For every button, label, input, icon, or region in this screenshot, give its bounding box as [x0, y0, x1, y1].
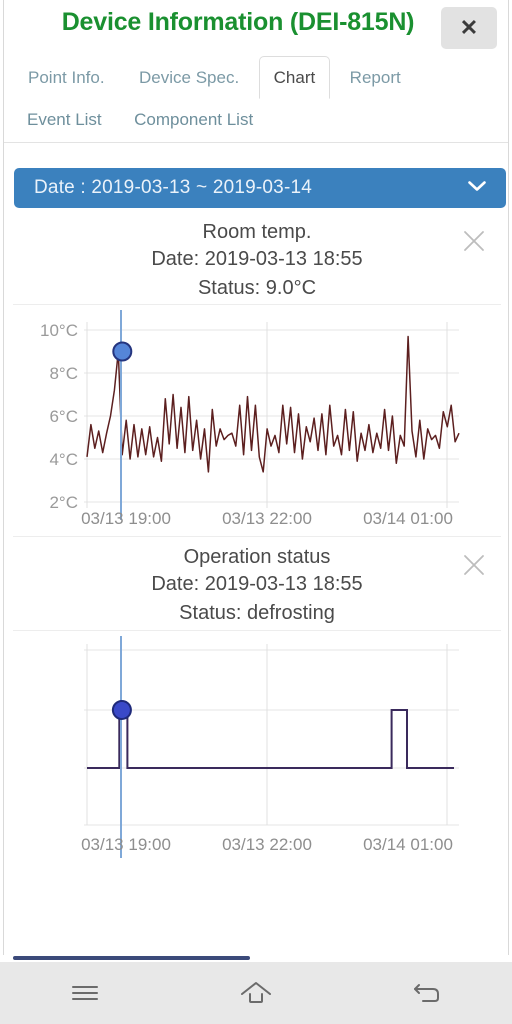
- ytick-2: 2°C: [49, 493, 78, 512]
- ytick-8: 8°C: [49, 364, 78, 383]
- chart-status-room-temp: Status: 9.0°C: [197, 277, 317, 299]
- window-titlebar: Device Information (DEI-815N) ✕: [4, 0, 508, 56]
- chart-plot-room-temp[interactable]: 10°C 8°C 6°C 4°C 2°C 03/13 19:00 03/13 2…: [4, 310, 508, 540]
- selected-point-marker-2: [111, 700, 132, 720]
- back-icon: [413, 984, 439, 1002]
- close-icon: ✕: [459, 15, 479, 40]
- xtick-2-b: 03/13 22:00: [222, 835, 312, 854]
- xtick-1-c: 03/14 01:00: [363, 509, 453, 528]
- home-button[interactable]: [221, 970, 291, 1016]
- selected-point-marker-1: [112, 341, 133, 362]
- chart-header-operation-status: Operation status Date: 2019-03-13 18:55 …: [4, 544, 508, 628]
- primary-tab-row: Point Info. Device Spec. Chart Report: [4, 56, 508, 101]
- android-navigation-bar: [0, 962, 512, 1024]
- page-title: Device Information (DEI-815N): [61, 8, 415, 36]
- date-filter-bar[interactable]: Date : 2019-03-13 ~ 2019-03-14: [14, 168, 506, 208]
- chart-date-operation-status: Date: 2019-03-13 18:55: [151, 573, 363, 595]
- app-root: Device Information (DEI-815N) ✕ Point In…: [0, 0, 512, 1024]
- tab-report[interactable]: Report: [335, 56, 416, 99]
- xtick-2-c: 03/14 01:00: [363, 835, 453, 854]
- chart-title-operation-status: Operation status: [183, 546, 331, 568]
- xtick-1-a: 03/13 19:00: [81, 509, 171, 528]
- chart-separator-1: [13, 304, 501, 305]
- device-info-panel: Device Information (DEI-815N) ✕ Point In…: [3, 0, 509, 958]
- ytick-10: 10°C: [40, 321, 78, 340]
- tab-chart[interactable]: Chart: [258, 56, 331, 99]
- chevron-down-icon: [468, 180, 486, 195]
- xtick-2-a: 03/13 19:00: [81, 835, 171, 854]
- menu-icon: [72, 986, 99, 1000]
- ytick-4: 4°C: [49, 450, 78, 469]
- home-icon: [240, 982, 271, 1003]
- chart-header-room-temp: Room temp. Date: 2019-03-13 18:55 Status…: [4, 219, 508, 303]
- close-chart-room-temp-icon[interactable]: [461, 228, 487, 258]
- chart-plot-operation-status[interactable]: 03/13 19:00 03/13 22:00 03/14 01:00: [4, 636, 508, 876]
- temperature-series: [86, 335, 460, 473]
- tab-point-info[interactable]: Point Info.: [13, 56, 120, 99]
- menu-button[interactable]: [50, 970, 120, 1016]
- xtick-1-b: 03/13 22:00: [222, 509, 312, 528]
- chart-status-operation-status: Status: defrosting: [179, 602, 335, 624]
- date-filter-label: Date : 2019-03-13 ~ 2019-03-14: [34, 177, 313, 198]
- tab-row-divider: [4, 142, 508, 143]
- horizontal-scrollbar-thumb[interactable]: [13, 956, 250, 960]
- chart-date-room-temp: Date: 2019-03-13 18:55: [151, 248, 363, 270]
- close-button[interactable]: ✕: [441, 7, 497, 49]
- tab-device-spec[interactable]: Device Spec.: [124, 56, 254, 99]
- ytick-6: 6°C: [49, 407, 78, 426]
- tab-event-list[interactable]: Event List: [13, 101, 116, 139]
- close-chart-operation-status-icon[interactable]: [461, 552, 487, 582]
- chart-separator-2: [13, 536, 501, 537]
- operation-status-series: [87, 709, 454, 769]
- tab-component-list[interactable]: Component List: [120, 101, 267, 139]
- chart-title-room-temp: Room temp.: [202, 221, 312, 243]
- secondary-tab-row: Event List Component List: [4, 101, 508, 143]
- chart-separator-3: [13, 630, 501, 631]
- back-button[interactable]: [392, 970, 462, 1016]
